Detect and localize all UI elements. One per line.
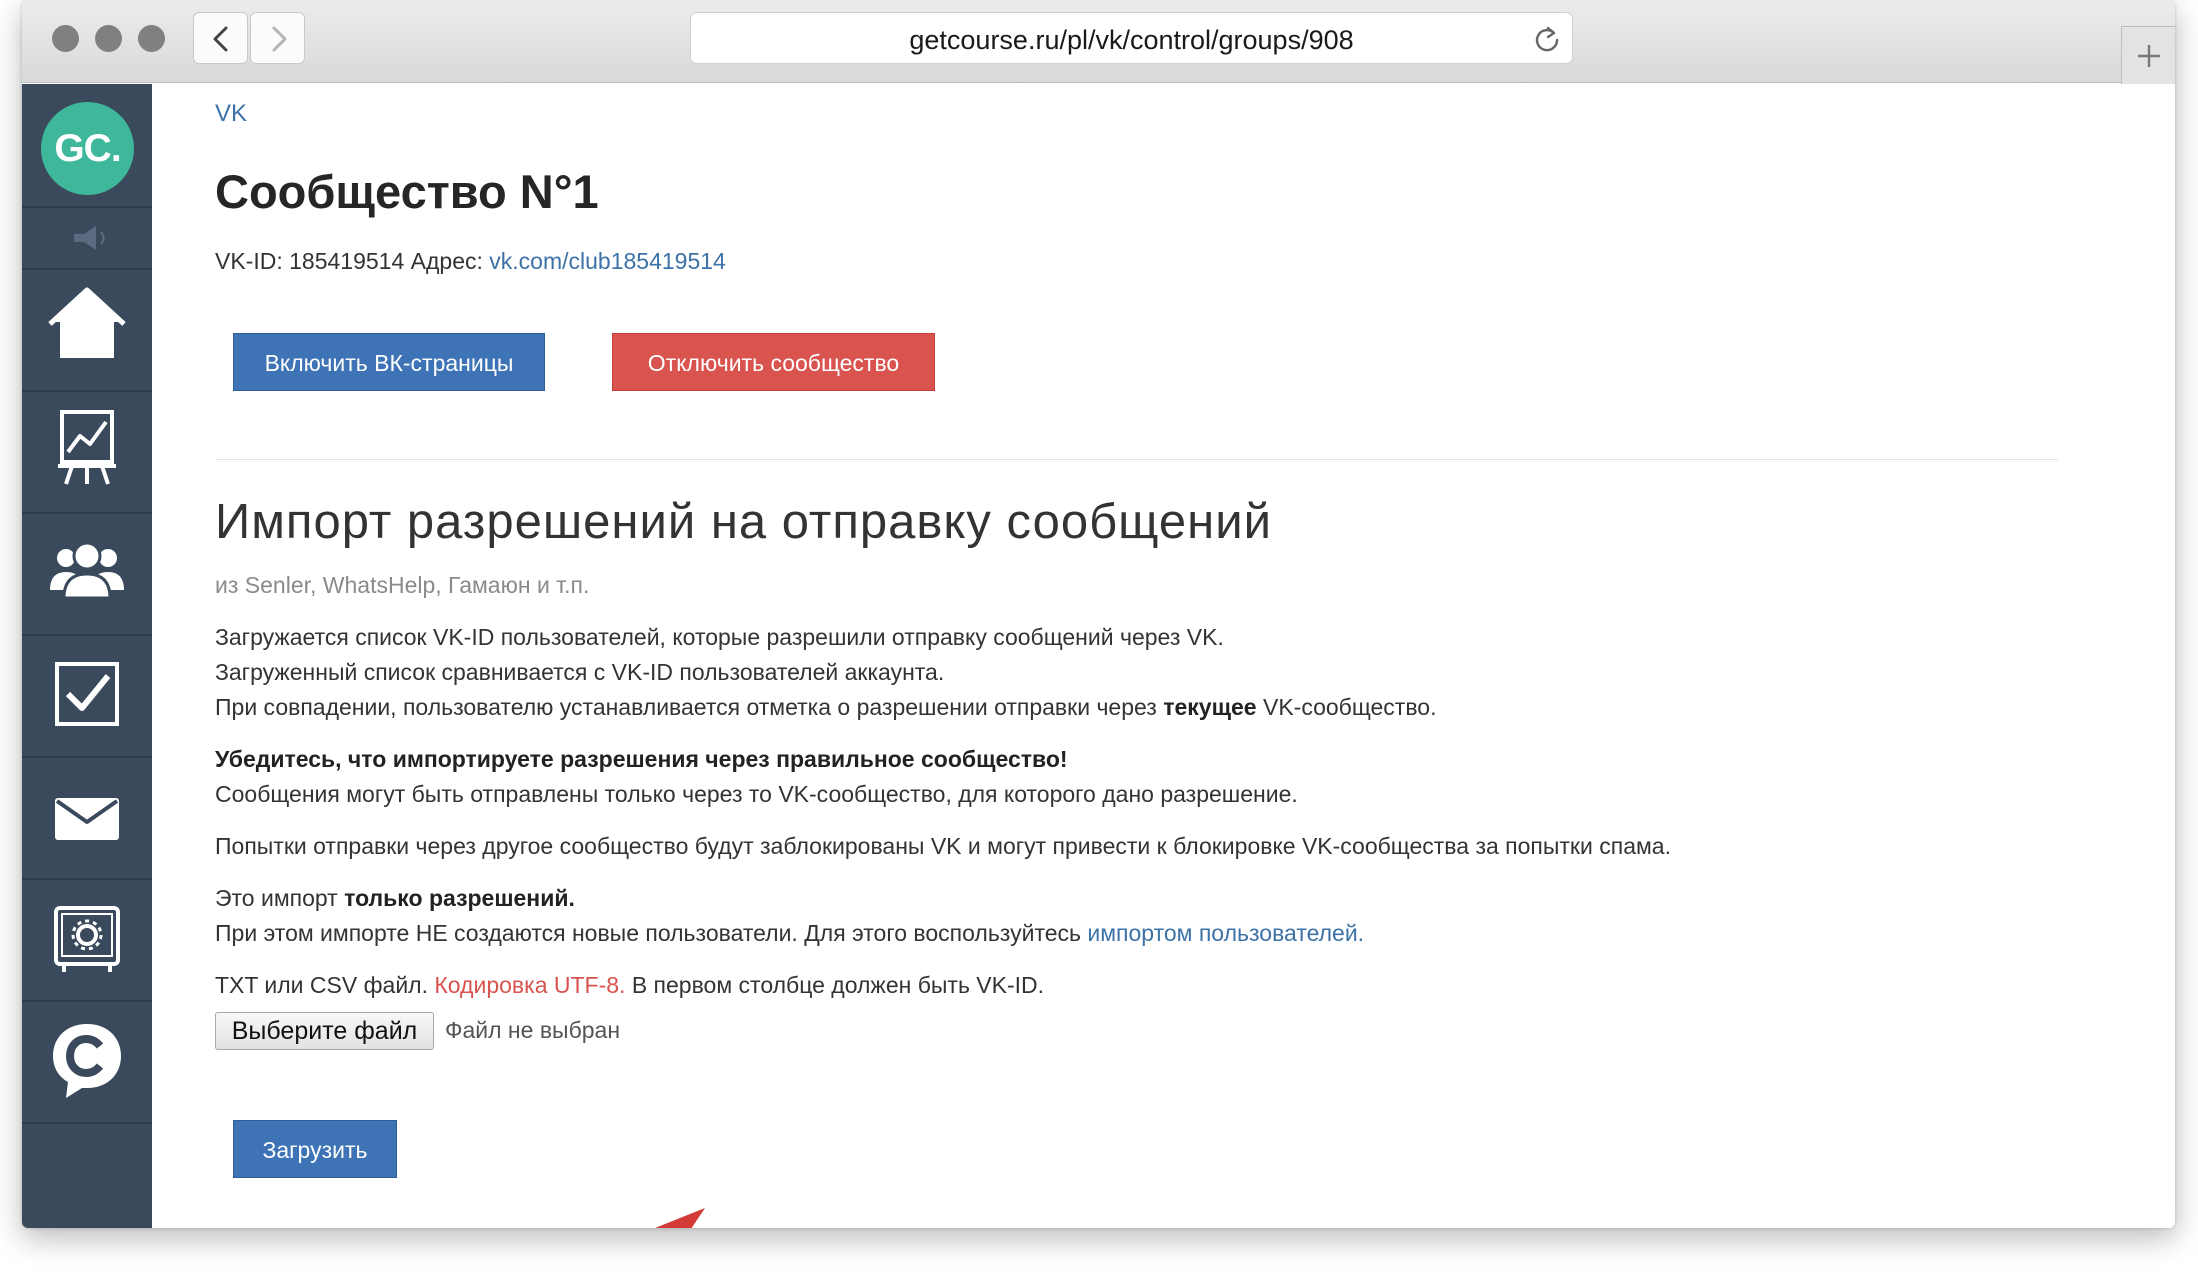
file-status: Файл не выбран — [445, 1017, 621, 1043]
checkbox-icon — [55, 662, 119, 726]
breadcrumb[interactable]: VK — [215, 100, 247, 128]
bold-text: текущее — [1163, 694, 1257, 720]
text-span: При этом импорте НЕ создаются новые поль… — [215, 920, 1088, 946]
sidebar-item-tasks[interactable] — [22, 636, 152, 756]
settings-icon — [54, 906, 120, 972]
chevron-left-icon — [213, 26, 228, 52]
mail-icon — [55, 798, 119, 840]
warning-text: Сообщения могут быть отправлены только ч… — [215, 781, 1298, 807]
sidebar-divider — [22, 1122, 152, 1124]
close-window-button[interactable] — [52, 25, 79, 52]
warning-heading: Убедитесь, что импортируете разрешения ч… — [215, 746, 1068, 773]
section-divider — [215, 459, 2058, 460]
vk-info: VK-ID: 185419514 Адрес: vk.com/club18541… — [215, 248, 726, 275]
enable-vk-pages-button[interactable]: Включить ВК-страницы — [233, 333, 545, 391]
page-title: Сообщество N°1 — [215, 165, 599, 218]
sidebar-item-home[interactable] — [22, 270, 152, 390]
section-subtitle: из Senler, WhatsHelp, Гамаюн и т.п. — [215, 572, 590, 598]
plus-icon — [2138, 45, 2160, 67]
reload-icon[interactable] — [1532, 24, 1562, 54]
description-line: Загружается список VK-ID пользователей, … — [215, 624, 1224, 650]
text-span: Это импорт — [215, 885, 345, 911]
disable-community-button[interactable]: Отключить сообщество — [612, 333, 935, 391]
text-span: TXT или CSV файл. — [215, 972, 435, 998]
description-line: При совпадении, пользователю устанавлива… — [215, 694, 1436, 721]
sidebar-item-messages[interactable] — [22, 758, 152, 878]
chevron-right-icon — [272, 26, 287, 52]
forward-button[interactable] — [250, 12, 305, 64]
minimize-window-button[interactable] — [95, 25, 122, 52]
users-import-link[interactable]: импортом пользователей. — [1087, 920, 1364, 946]
section-title: Импорт разрешений на отправку сообщений — [215, 495, 1272, 549]
file-format-note: TXT или CSV файл. Кодировка UTF-8. В пер… — [215, 972, 1044, 999]
chat-icon — [53, 1024, 121, 1098]
spam-warning: Попытки отправки через другое сообщество… — [215, 833, 1671, 859]
megaphone-icon — [74, 226, 105, 250]
sidebar-item-chat[interactable] — [22, 1002, 152, 1122]
sidebar-item-announcements[interactable] — [22, 208, 152, 268]
text-span: В первом столбце должен быть VK-ID. — [625, 972, 1045, 998]
url-text: getcourse.ru/pl/vk/control/groups/908 — [909, 25, 1354, 55]
sidebar-item-users[interactable] — [22, 514, 152, 634]
text-span: При совпадении, пользователю устанавлива… — [215, 694, 1164, 720]
home-icon — [48, 287, 126, 358]
vk-id-label: VK-ID: 185419514 Адрес: — [215, 248, 490, 274]
sidebar-item-settings[interactable] — [22, 880, 152, 1000]
browser-toolbar: getcourse.ru/pl/vk/control/groups/908 — [22, 0, 2175, 84]
address-bar[interactable]: getcourse.ru/pl/vk/control/groups/908 — [690, 12, 1573, 64]
choose-file-button[interactable]: Выберите файл — [215, 1012, 434, 1050]
permissions-note: Это импорт только разрешений. — [215, 885, 575, 912]
bold-text: Убедитесь, что импортируете разрешения ч… — [215, 746, 1068, 772]
back-button[interactable] — [193, 12, 248, 64]
new-tab-button[interactable] — [2121, 26, 2175, 84]
maximize-window-button[interactable] — [138, 25, 165, 52]
encoding-text: Кодировка UTF-8. — [434, 972, 626, 998]
bold-text: только разрешений. — [344, 885, 575, 911]
chart-icon — [58, 410, 116, 485]
arrow-annotation-icon — [655, 1208, 705, 1228]
browser-window: getcourse.ru/pl/vk/control/groups/908 GC… — [22, 0, 2175, 1228]
users-icon — [50, 541, 124, 600]
sidebar: GC. — [22, 84, 152, 1228]
users-import-note: При этом импорте НЕ создаются новые поль… — [215, 920, 1364, 947]
vk-community-link[interactable]: vk.com/club185419514 — [489, 248, 726, 274]
description-line: Загруженный список сравнивается с VK-ID … — [215, 659, 945, 685]
logo[interactable]: GC. — [41, 102, 134, 195]
upload-button[interactable]: Загрузить — [233, 1120, 397, 1178]
text-span: VK-сообщество. — [1256, 694, 1437, 720]
sidebar-item-statistics[interactable] — [22, 392, 152, 512]
